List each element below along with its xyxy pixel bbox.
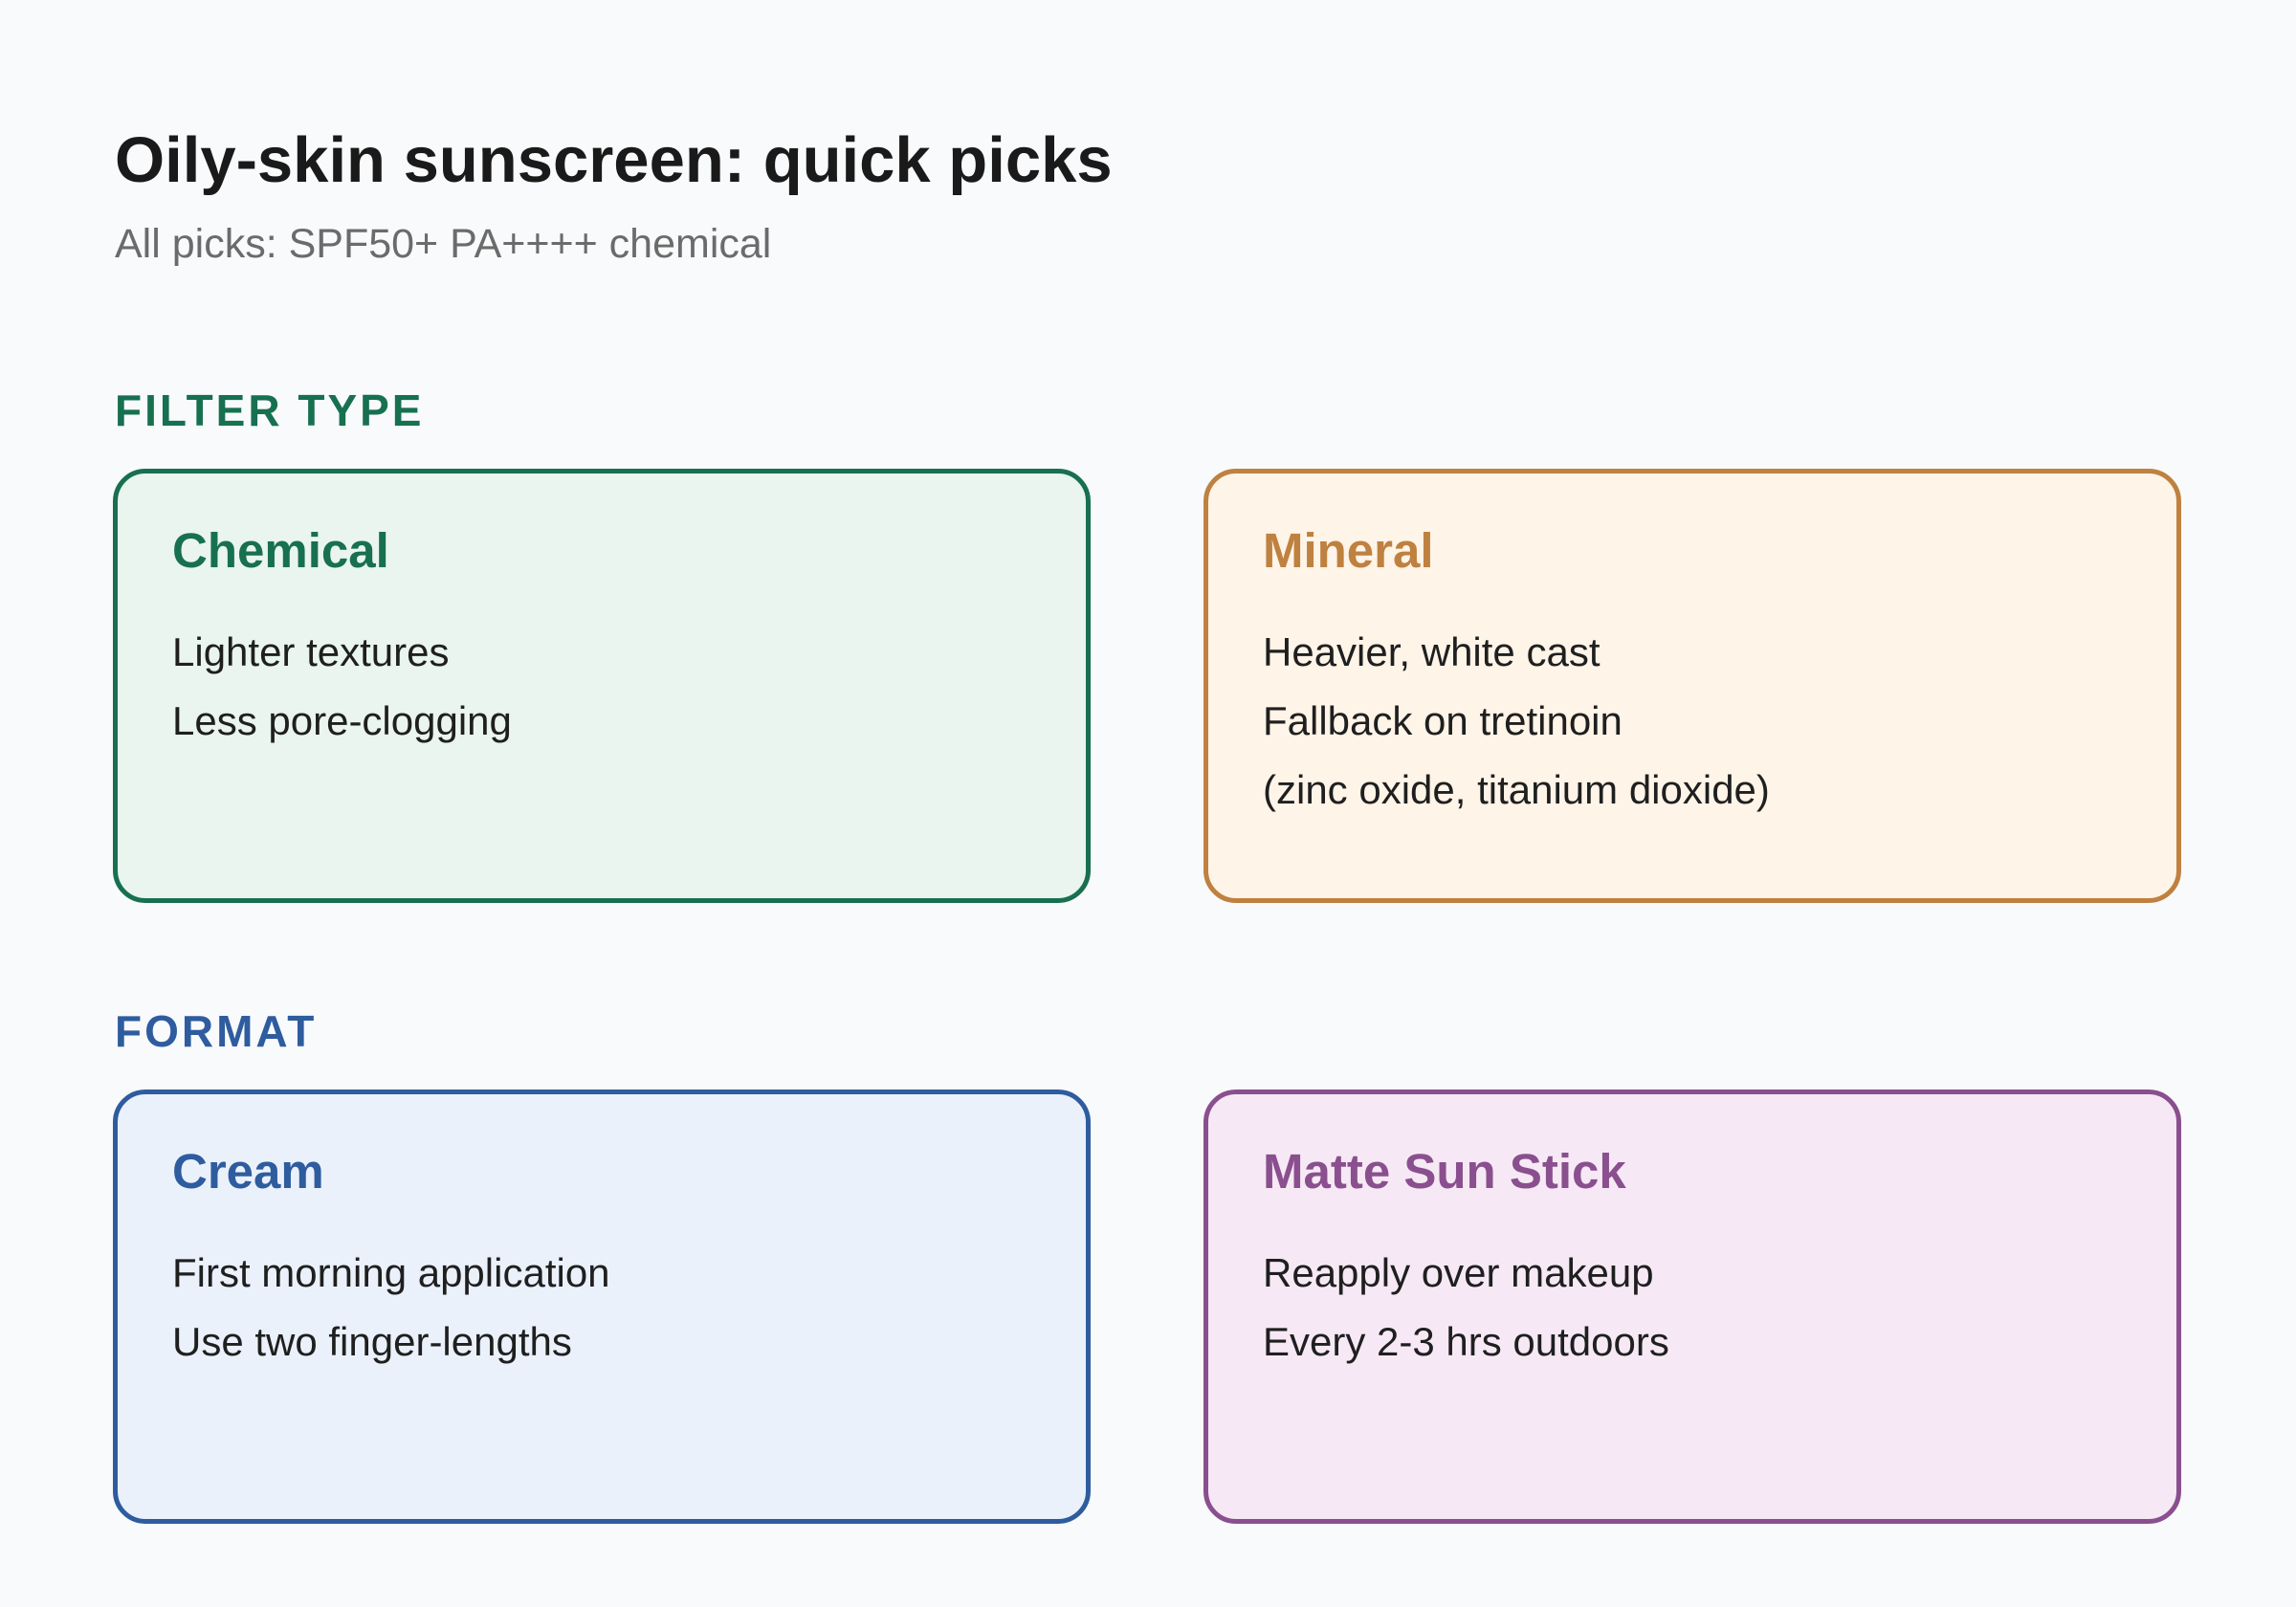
card-cream: Cream First morning application Use two … [113, 1090, 1091, 1524]
card-line: Lighter textures [172, 629, 450, 675]
card-line: Fallback on tretinoin [1263, 698, 1623, 744]
card-title: Matte Sun Stick [1263, 1144, 1626, 1199]
card-lines: Heavier, white cast Fallback on tretinoi… [1263, 618, 2176, 825]
card-line: Less pore-clogging [172, 698, 512, 744]
page-title: Oily-skin sunscreen: quick picks [115, 124, 1113, 196]
card-line: Use two finger-lengths [172, 1319, 572, 1365]
card-line: Heavier, white cast [1263, 629, 1601, 675]
card-title: Chemical [172, 523, 389, 578]
card-line: Every 2-3 hrs outdoors [1263, 1319, 1669, 1365]
card-lines: First morning application Use two finger… [172, 1239, 1086, 1376]
card-mineral: Mineral Heavier, white cast Fallback on … [1203, 469, 2181, 903]
card-line: (zinc oxide, titanium dioxide) [1263, 767, 1770, 813]
card-chemical: Chemical Lighter textures Less pore-clog… [113, 469, 1091, 903]
card-line: Reapply over makeup [1263, 1250, 1654, 1296]
page-subtitle: All picks: SPF50+ PA++++ chemical [115, 221, 772, 267]
card-title: Cream [172, 1144, 324, 1199]
card-matte-sun-stick: Matte Sun Stick Reapply over makeup Ever… [1203, 1090, 2181, 1524]
section-label-format: FORMAT [115, 1006, 318, 1056]
card-lines: Lighter textures Less pore-clogging [172, 618, 1086, 756]
card-lines: Reapply over makeup Every 2-3 hrs outdoo… [1263, 1239, 2176, 1376]
section-label-filter-type: FILTER TYPE [115, 385, 425, 435]
card-title: Mineral [1263, 523, 1434, 578]
card-line: First morning application [172, 1250, 610, 1296]
